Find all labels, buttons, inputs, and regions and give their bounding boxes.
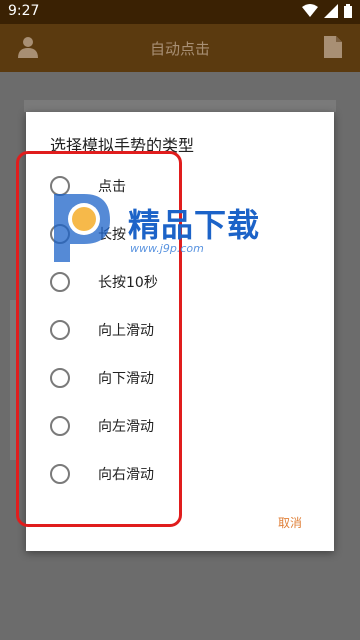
app-title: 自动点击 [149,40,210,58]
battery-icon [344,4,352,18]
background-card [24,100,336,112]
app-bar: 自动点击 [0,24,360,72]
highlight-frame [16,151,182,527]
status-bar: 9:27 [0,0,360,24]
signal-icon [324,4,338,18]
status-time: 9:27 [8,3,40,19]
document-icon[interactable] [324,36,342,62]
wifi-icon [302,4,318,17]
cancel-button[interactable]: 取消 [278,514,302,531]
status-icons [302,4,352,18]
